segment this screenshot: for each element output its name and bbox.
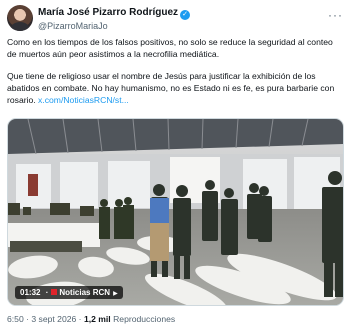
tweet-meta: 6:50 · 3 sept 2026 · 1,2 mil Reproduccio… (7, 314, 176, 324)
author-name[interactable]: María José Pizarro Rodríguez (38, 7, 178, 18)
tweet-views-count: 1,2 mil (83, 314, 111, 324)
video-player[interactable]: 01:32 · Noticias RCN ▶ (7, 118, 344, 306)
video-frame[interactable] (8, 119, 344, 306)
tweet-link[interactable]: x.com/NoticiasRCN/st... (38, 95, 129, 105)
noticias-rcn-logo-icon (51, 289, 58, 295)
video-source: Noticias RCN (59, 288, 111, 297)
author-name-line[interactable]: María José Pizarro Rodríguez ✓ (38, 7, 191, 20)
tweet-date[interactable]: 3 sept 2026 (31, 314, 76, 324)
author-handle[interactable]: @PizarroMariaJo (38, 21, 108, 31)
play-icon[interactable]: ▶ (113, 291, 118, 297)
tweet-time[interactable]: 6:50 (7, 314, 24, 324)
tweet-header: María José Pizarro Rodríguez ✓ @PizarroMa… (7, 4, 343, 34)
video-timecode: 01:32 (20, 288, 41, 297)
video-overlay: 01:32 · Noticias RCN ▶ (15, 286, 123, 299)
tweet-paragraph-1: Como en los tiempos de los falsos positi… (7, 37, 333, 60)
tweet-views-label: Reproducciones (113, 314, 176, 324)
author-avatar[interactable] (7, 5, 33, 31)
tweet-text: Como en los tiempos de los falsos positi… (7, 36, 343, 116)
tweet-paragraph-2: Que tiene de religioso usar el nombre de… (7, 70, 343, 107)
more-options-icon[interactable]: ··· (328, 8, 343, 22)
verified-badge-icon: ✓ (180, 10, 191, 20)
